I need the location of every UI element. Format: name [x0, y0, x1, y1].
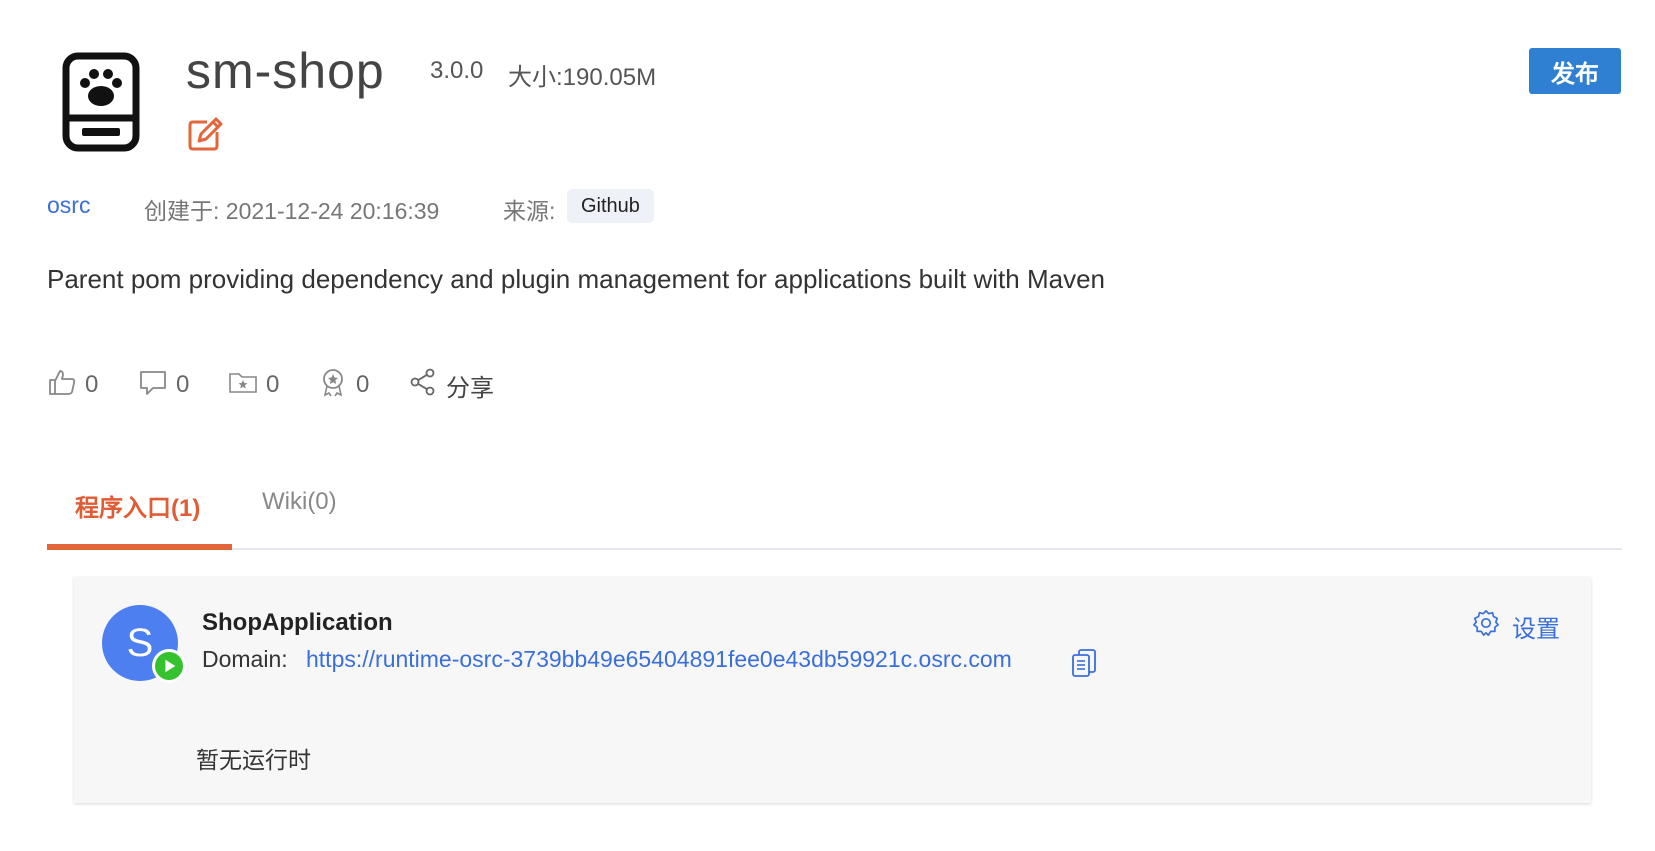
favorite-count: 0 [266, 371, 280, 398]
award-count: 0 [356, 371, 370, 398]
settings-button[interactable]: 设置 [1472, 609, 1560, 644]
settings-label: 设置 [1512, 616, 1560, 643]
created-date: 创建于: 2021-12-24 20:16:39 [144, 198, 440, 224]
project-version: 3.0.0 [430, 57, 484, 84]
like-button[interactable]: 0 [47, 368, 98, 402]
edit-icon[interactable] [187, 116, 223, 152]
play-icon[interactable] [152, 649, 186, 683]
share-icon [408, 367, 438, 404]
tab-program-entry[interactable]: 程序入口(1) [75, 488, 200, 523]
domain-label: Domain: [202, 646, 288, 672]
project-title: sm-shop [186, 43, 385, 99]
project-logo-icon [62, 52, 140, 152]
project-size: 大小:190.05M [508, 64, 657, 91]
award-button[interactable]: 0 [318, 368, 369, 402]
award-icon [318, 367, 348, 404]
comment-count: 0 [176, 371, 190, 398]
comment-icon [138, 367, 168, 404]
publish-button[interactable]: 发布 [1529, 48, 1621, 94]
app-entry-card: S ShopApplication Domain: https://runtim… [74, 577, 1591, 803]
source-label: 来源: [503, 198, 556, 224]
active-tab-indicator [47, 544, 232, 550]
tab-wiki[interactable]: Wiki(0) [262, 488, 337, 516]
like-count: 0 [85, 371, 99, 398]
share-label: 分享 [446, 374, 494, 402]
share-button[interactable]: 分享 [408, 368, 494, 402]
runtime-empty-text: 暂无运行时 [196, 747, 311, 773]
comment-button[interactable]: 0 [138, 368, 189, 402]
author-link[interactable]: osrc [47, 192, 90, 219]
project-description: Parent pom providing dependency and plug… [47, 264, 1105, 294]
thumbs-up-icon [47, 367, 77, 404]
copy-icon[interactable] [1071, 648, 1097, 678]
favorite-button[interactable]: 0 [228, 368, 279, 402]
app-name: ShopApplication [202, 609, 393, 636]
folder-star-icon [228, 367, 258, 404]
gear-icon [1472, 609, 1500, 644]
source-badge: Github [567, 189, 654, 223]
tab-bar: 程序入口(1) Wiki(0) [47, 478, 1622, 550]
domain-link[interactable]: https://runtime-osrc-3739bb49e65404891fe… [306, 646, 1012, 673]
